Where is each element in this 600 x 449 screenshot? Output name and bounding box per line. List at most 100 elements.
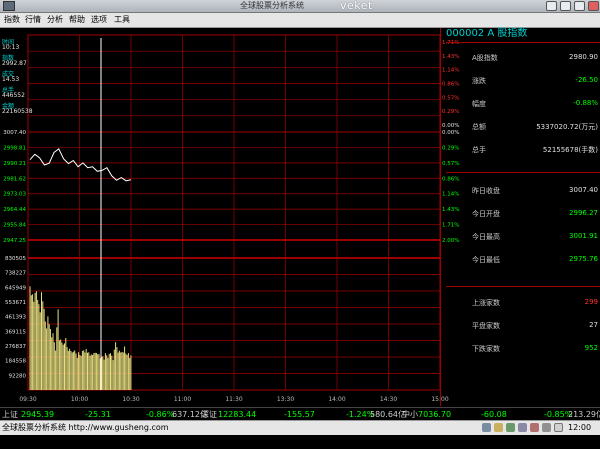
title-bar: 全球股票分析系统 veket <box>0 0 600 13</box>
price-tick-label: 2990.21 <box>3 161 26 167</box>
pct-tick-label: 0.86% <box>442 176 459 182</box>
left-stat-value: 14.53 <box>2 76 20 83</box>
volume-tick-label: 738227 <box>5 271 26 277</box>
status-row: 上证 2945.39 -25.31 -0.86% 637.12亿 深证 1228… <box>0 407 600 421</box>
info-value: 299 <box>584 298 598 306</box>
panel-divider <box>446 172 600 173</box>
time-axis: 09:30 10:00 10:30 11:00 11:30 13:30 14:00 14:30… <box>19 396 448 403</box>
pct-tick-label: 1.43% <box>442 207 459 213</box>
network-icon[interactable] <box>506 423 515 432</box>
desktop-brand: veket <box>340 0 373 12</box>
volume-tick-label: 553671 <box>5 300 26 306</box>
left-stat-value: 10:13 <box>2 44 20 51</box>
info-value: 952 <box>584 344 598 352</box>
penguin-icon[interactable] <box>482 423 491 432</box>
panel-code: 000002 <box>446 28 485 39</box>
info-label: 幅度 <box>472 100 486 108</box>
price-line <box>29 148 132 182</box>
panel-name: A 股指数 <box>487 28 528 39</box>
panel-divider <box>446 286 600 287</box>
info-label: 平盘家数 <box>472 322 500 330</box>
price-tick-label: 2981.62 <box>3 176 26 182</box>
info-label: 今日最高 <box>472 233 500 241</box>
info-label: 涨跌 <box>472 77 486 85</box>
panel-title: 000002 A 股指数 <box>446 27 527 41</box>
chart-grid <box>27 34 441 391</box>
clock: 12:00 下午 <box>568 423 592 446</box>
info-value: -26.50 <box>575 76 598 84</box>
volume-tick-label: 276837 <box>5 344 26 350</box>
time-tick-label: 13:30 <box>277 396 294 403</box>
pct-tick-label: 1.14% <box>442 192 459 198</box>
volume-tick-label: 461393 <box>5 315 26 321</box>
intraday-chart[interactable]: 3007.40 2998.81 2990.21 2981.62 2973.03 2964.… <box>0 28 600 408</box>
close-button[interactable] <box>588 1 599 11</box>
window-title: 全球股票分析系统 <box>240 1 304 10</box>
info-label: 总手 <box>472 146 486 154</box>
volume-tick-label: 830505 <box>5 256 26 262</box>
price-tick-label: 2955.84 <box>3 223 26 229</box>
menu-help[interactable]: 帮助 <box>69 13 85 27</box>
panel-separator <box>440 28 441 406</box>
time-tick-label: 14:00 <box>328 396 345 403</box>
menu-tools[interactable]: 工具 <box>114 13 130 27</box>
price-tick-label: 2998.81 <box>3 145 26 151</box>
menu-analysis[interactable]: 分析 <box>47 13 63 27</box>
pct-tick-label: 2.00% <box>442 238 459 244</box>
pct-tick-label: 1.43% <box>442 54 459 60</box>
info-value: -0.88% <box>573 99 598 107</box>
time-tick-label: 10:00 <box>71 396 88 403</box>
left-stat-value: 22160538 <box>2 108 33 115</box>
pct-tick-label: 1.71% <box>442 223 459 229</box>
menu-bar: 指数 行情 分析 帮助 选项 工具 <box>0 13 600 28</box>
pct-tick-label: 0.57% <box>442 95 459 101</box>
update-icon[interactable] <box>554 423 563 432</box>
info-value: 2996.27 <box>569 209 598 217</box>
folder-icon[interactable] <box>494 423 503 432</box>
volume-tick-label: 184558 <box>5 359 26 365</box>
time-tick-label: 11:00 <box>174 396 191 403</box>
volume-tick-label: 645949 <box>5 285 26 291</box>
pct-tick-label: 0.86% <box>442 82 459 88</box>
speaker-icon[interactable] <box>530 423 539 432</box>
pct-tick-label: 0.29% <box>442 145 459 151</box>
price-tick-label: 2947.25 <box>3 238 26 244</box>
info-label: 今日开盘 <box>472 210 500 218</box>
info-value: 3001.91 <box>569 232 598 240</box>
monitor-icon[interactable] <box>518 423 527 432</box>
app-icon[interactable] <box>3 1 15 11</box>
left-axis: 3007.40 2998.81 2990.21 2981.62 2973.03 2964.… <box>3 130 26 379</box>
left-stat-value: 446552 <box>2 92 25 99</box>
price-series-line <box>29 148 132 182</box>
info-label: 总额 <box>472 123 486 131</box>
volume-bars <box>29 286 132 390</box>
minimize-button[interactable] <box>560 1 571 11</box>
pct-tick-label: 0.00% <box>442 123 459 129</box>
price-tick-label: 2973.03 <box>3 192 26 198</box>
maximize-button[interactable] <box>574 1 585 11</box>
pct-tick-label: 1.14% <box>442 68 459 74</box>
pin-button[interactable] <box>546 1 557 11</box>
menu-quotes[interactable]: 行情 <box>25 13 41 27</box>
info-value: 52155678(手数) <box>542 146 598 154</box>
price-tick-label: 3007.40 <box>3 130 26 136</box>
site-text: 全球股票分析系统 http://www.gusheng.com <box>2 423 169 432</box>
left-stats-box: 时间 10:13 指数 2992.87 成交 14.53 总手 446552 金额 2216053… <box>0 37 33 122</box>
pct-tick-label: 0.29% <box>442 109 459 115</box>
info-value: 3007.40 <box>569 186 598 194</box>
menu-options[interactable]: 选项 <box>91 13 107 27</box>
info-label: 下跌家数 <box>472 345 500 353</box>
right-axis: 1.71% 1.43% 1.14% 0.86% 0.57% 0.29% 0.00%0.00%… <box>442 40 459 244</box>
volume-tick-label: 92280 <box>9 373 27 379</box>
menu-index[interactable]: 指数 <box>4 13 20 27</box>
info-value: 27 <box>589 321 598 329</box>
panel-divider <box>446 42 600 43</box>
time-tick-label: 10:30 <box>122 396 139 403</box>
time-tick-label: 11:30 <box>225 396 242 403</box>
time-tick-label: 09:30 <box>19 396 36 403</box>
time-tick-label: 14:30 <box>380 396 397 403</box>
info-label: 昨日收盘 <box>472 187 500 195</box>
pct-tick-label: 0.00% <box>442 130 459 136</box>
bottom-bar: 全球股票分析系统 http://www.gusheng.com 12:00 下午 <box>0 420 600 446</box>
keyboard-icon[interactable] <box>542 423 551 432</box>
